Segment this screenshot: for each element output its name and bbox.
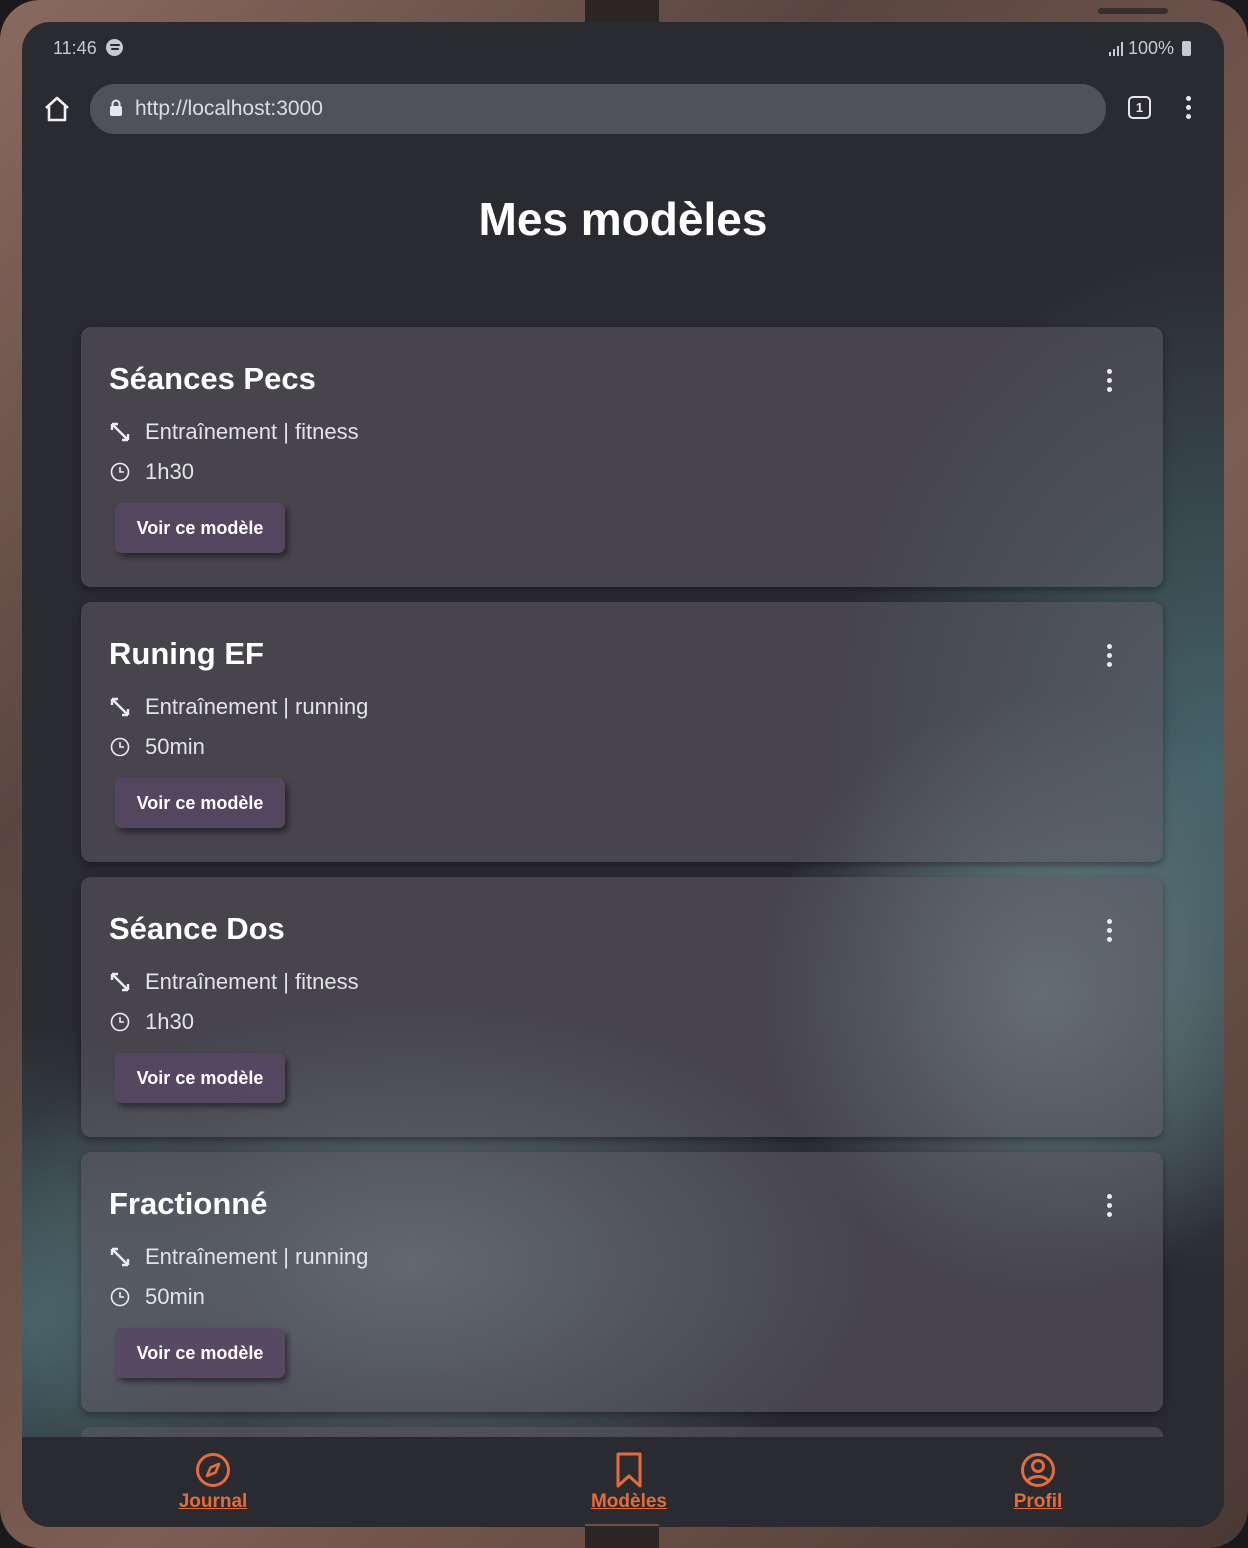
bottom-nav: Journal Modèles Profil — [22, 1437, 1224, 1527]
url-text[interactable]: http://localhost:3000 — [135, 97, 323, 121]
card-options-icon[interactable] — [1103, 369, 1115, 397]
nav-profil-label: Profil — [1013, 1491, 1063, 1512]
card-duration: 1h30 — [145, 1009, 194, 1034]
home-icon[interactable] — [42, 94, 72, 124]
nav-journal[interactable]: Journal — [153, 1451, 273, 1513]
card-duration-row: 50min — [109, 734, 205, 760]
view-template-button[interactable]: Voir ce modèle — [115, 503, 285, 553]
browser-menu-icon[interactable] — [1182, 96, 1194, 122]
card-type-row: Entraînement | fitness — [109, 969, 359, 995]
view-template-button[interactable]: Voir ce modèle — [115, 1328, 285, 1378]
status-right: 100% — [1108, 38, 1191, 59]
web-content: Mes modèles Séances Pecs Entraînement | … — [22, 144, 1224, 1437]
tab-switcher-button[interactable]: 1 — [1128, 96, 1151, 119]
card-title: Runing EF — [109, 636, 264, 671]
card-type-row: Entraînement | running — [109, 694, 368, 720]
card-options-icon[interactable] — [1103, 919, 1115, 947]
card-options-icon[interactable] — [1103, 644, 1115, 672]
screen: 11:46 100% http://localhost:3000 1 Mes m… — [22, 22, 1224, 1527]
clock-icon — [110, 737, 130, 757]
template-card-partial — [81, 1427, 1163, 1437]
card-type: Entraînement | running — [145, 694, 369, 719]
nav-modeles-label: Modèles — [590, 1491, 668, 1512]
nav-modeles[interactable]: Modèles — [569, 1451, 689, 1513]
card-options-icon[interactable] — [1103, 1194, 1115, 1222]
template-card: Séance Dos Entraînement | fitness 1h30 V… — [81, 877, 1163, 1137]
nav-profil[interactable]: Profil — [978, 1451, 1098, 1513]
status-time: 11:46 — [53, 38, 97, 58]
card-title: Fractionné — [109, 1186, 268, 1221]
card-type-row: Entraînement | running — [109, 1244, 368, 1270]
card-duration-row: 50min — [109, 1284, 205, 1310]
clock-icon — [110, 1287, 130, 1307]
card-duration-row: 1h30 — [109, 459, 194, 485]
status-bar: 11:46 100% — [22, 22, 1224, 72]
card-type: Entraînement | fitness — [145, 969, 359, 994]
battery-icon — [1182, 41, 1191, 56]
user-circle-icon — [1021, 1453, 1055, 1487]
card-duration: 50min — [145, 1284, 205, 1309]
template-card: Séances Pecs Entraînement | fitness 1h30… — [81, 327, 1163, 587]
card-title: Séances Pecs — [109, 361, 316, 396]
browser-toolbar: http://localhost:3000 1 — [22, 82, 1224, 136]
diagonal-arrows-icon — [110, 972, 130, 992]
spotify-icon — [106, 39, 123, 56]
diagonal-arrows-icon — [110, 697, 130, 717]
diagonal-arrows-icon — [110, 1247, 130, 1267]
template-card: Fractionné Entraînement | running 50min … — [81, 1152, 1163, 1412]
card-duration-row: 1h30 — [109, 1009, 194, 1035]
diagonal-arrows-icon — [110, 422, 130, 442]
page-title: Mes modèles — [478, 193, 768, 245]
compass-icon — [196, 1453, 230, 1487]
battery-percentage: 100% — [1127, 38, 1174, 58]
url-bar[interactable]: http://localhost:3000 — [90, 84, 1106, 134]
card-type: Entraînement | fitness — [145, 419, 359, 444]
lock-icon — [110, 99, 122, 116]
clock-icon — [110, 1012, 130, 1032]
clock-icon — [110, 462, 130, 482]
view-template-button[interactable]: Voir ce modèle — [115, 1053, 285, 1103]
template-card: Runing EF Entraînement | running 50min V… — [81, 602, 1163, 862]
card-type: Entraînement | running — [145, 1244, 369, 1269]
device-side-button — [1098, 8, 1168, 14]
card-type-row: Entraînement | fitness — [109, 419, 359, 445]
device-hinge-bottom — [585, 1524, 659, 1548]
nav-journal-label: Journal — [178, 1491, 248, 1512]
view-template-button[interactable]: Voir ce modèle — [115, 778, 285, 828]
card-duration: 1h30 — [145, 459, 194, 484]
device-frame: 11:46 100% http://localhost:3000 1 Mes m… — [0, 0, 1248, 1548]
card-title: Séance Dos — [109, 911, 285, 946]
bookmark-icon — [616, 1452, 642, 1488]
signal-icon — [1108, 41, 1123, 56]
card-duration: 50min — [145, 734, 205, 759]
